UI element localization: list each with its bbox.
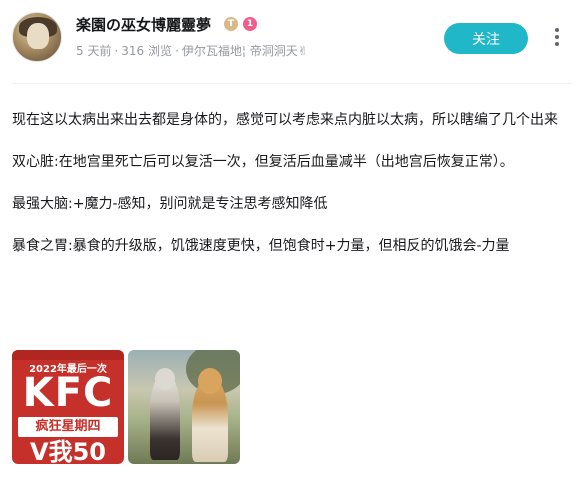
follow-button[interactable]: 关注 [444,23,528,54]
avatar-face [27,23,49,49]
kfc-image-strip [12,350,124,360]
post-meta: 5 天前 · 316 浏览 · 伊尔瓦福地¦ 帝洞洞天✌ [76,44,308,58]
title-badge-icon: T [224,17,238,31]
post-paragraph: 暴食之胃:暴食的升级版，饥饿速度更快，但饱食时+力量，但相反的饥饿会-力量 [12,238,510,254]
post-time: 5 天前 [76,44,112,58]
post-header: 楽園の巫女博麗靈夢 T 1 5 天前 · 316 浏览 · 伊尔瓦福地¦ 帝洞洞天✌ 关… [0,0,584,84]
kfc-image[interactable]: 2022年最后一次 KFC 疯狂星期四 V我50 [12,350,124,464]
post-content: 现在这以太病出来出去都是身体的，感觉可以考虑来点内脏以太病，所以瞎编了几个出来 … [12,110,574,278]
kfc-line4: V我50 [30,438,106,464]
author-name[interactable]: 楽園の巫女博麗靈夢 [76,14,211,35]
illustration-head-right [198,368,222,394]
kfc-line2: KFC [22,370,114,416]
post-paragraph: 双心脏:在地宫里死亡后可以复活一次，但复活后血量减半（出地宫后恢复正常）。 [12,154,514,170]
more-options-icon[interactable] [553,28,561,50]
header-divider [12,83,572,84]
kfc-line3: 疯狂星期四 [18,417,118,437]
illustration-head-left [155,368,175,390]
level-badge-icon: 1 [243,17,257,31]
post-views: 316 浏览 [121,44,173,58]
post-paragraph: 现在这以太病出来出去都是身体的，感觉可以考虑来点内脏以太病，所以瞎编了几个出来 [12,112,558,128]
anime-illustration-image[interactable] [128,350,240,464]
post-paragraph: 最强大脑:+魔力-感知，别问就是专注思考感知降低 [12,196,328,212]
user-avatar[interactable] [12,12,62,62]
post-location[interactable]: 伊尔瓦福地¦ 帝洞洞天✌ [182,44,308,58]
